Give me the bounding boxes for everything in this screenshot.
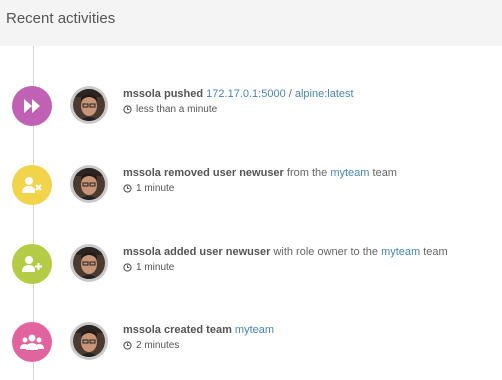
time-label: 1 minute <box>136 183 175 194</box>
activity-text: mssola created team myteam <box>123 324 274 336</box>
activity-item: mssola added user newuser with role owne… <box>0 233 502 293</box>
team-link[interactable]: myteam <box>235 324 274 336</box>
avatar <box>70 165 108 203</box>
page-title: Recent activities <box>6 10 116 27</box>
avatar <box>70 244 108 282</box>
clock-icon <box>123 263 132 272</box>
actor-name: mssola <box>123 324 161 336</box>
clock-icon <box>123 105 132 114</box>
clock-icon <box>123 184 132 193</box>
clock-icon <box>123 341 132 350</box>
team-link[interactable]: myteam <box>330 167 369 179</box>
add-user-icon <box>12 244 52 284</box>
time-label: less than a minute <box>136 104 218 115</box>
fast-forward-icon <box>12 86 52 126</box>
remove-user-icon <box>12 165 52 205</box>
registry-link[interactable]: 172.17.0.1:5000 <box>206 88 286 100</box>
avatar <box>70 322 108 360</box>
time-label: 2 minutes <box>136 340 180 351</box>
activity-text: mssola pushed 172.17.0.1:5000 / alpine:l… <box>123 88 354 100</box>
activities-header: Recent activities <box>0 0 502 46</box>
target-user: newuser <box>239 167 284 179</box>
text-post-link: team <box>423 246 448 258</box>
activity-text: mssola added user newuser with role owne… <box>123 246 448 258</box>
activity-action: added user <box>163 246 223 258</box>
actor-name: mssola <box>123 167 161 179</box>
text-post-link: team <box>372 167 397 179</box>
activity-time: less than a minute <box>123 104 217 115</box>
time-label: 1 minute <box>136 262 175 273</box>
activity-text: mssola removed user newuser from the myt… <box>123 167 397 179</box>
activity-item: mssola pushed 172.17.0.1:5000 / alpine:l… <box>0 76 502 136</box>
group-icon <box>12 322 52 362</box>
activity-action: created team <box>163 324 232 336</box>
repository-link[interactable]: alpine:latest <box>295 88 354 100</box>
activity-action: removed user <box>163 167 237 179</box>
team-link[interactable]: myteam <box>381 246 420 258</box>
activity-time: 1 minute <box>123 183 174 194</box>
activity-item: mssola created team myteam 2 minutes <box>0 310 502 370</box>
activity-item: mssola removed user newuser from the myt… <box>0 153 502 213</box>
text-pre-link: from the <box>286 167 328 179</box>
target-user: newuser <box>225 246 271 258</box>
actor-name: mssola <box>123 88 161 100</box>
link-separator: / <box>285 88 295 100</box>
actor-name: mssola <box>123 246 161 258</box>
activity-action: pushed <box>163 88 204 100</box>
activity-time: 2 minutes <box>123 340 179 351</box>
avatar <box>70 86 108 124</box>
activity-time: 1 minute <box>123 262 174 273</box>
text-pre-link: with role owner to the <box>273 246 378 258</box>
